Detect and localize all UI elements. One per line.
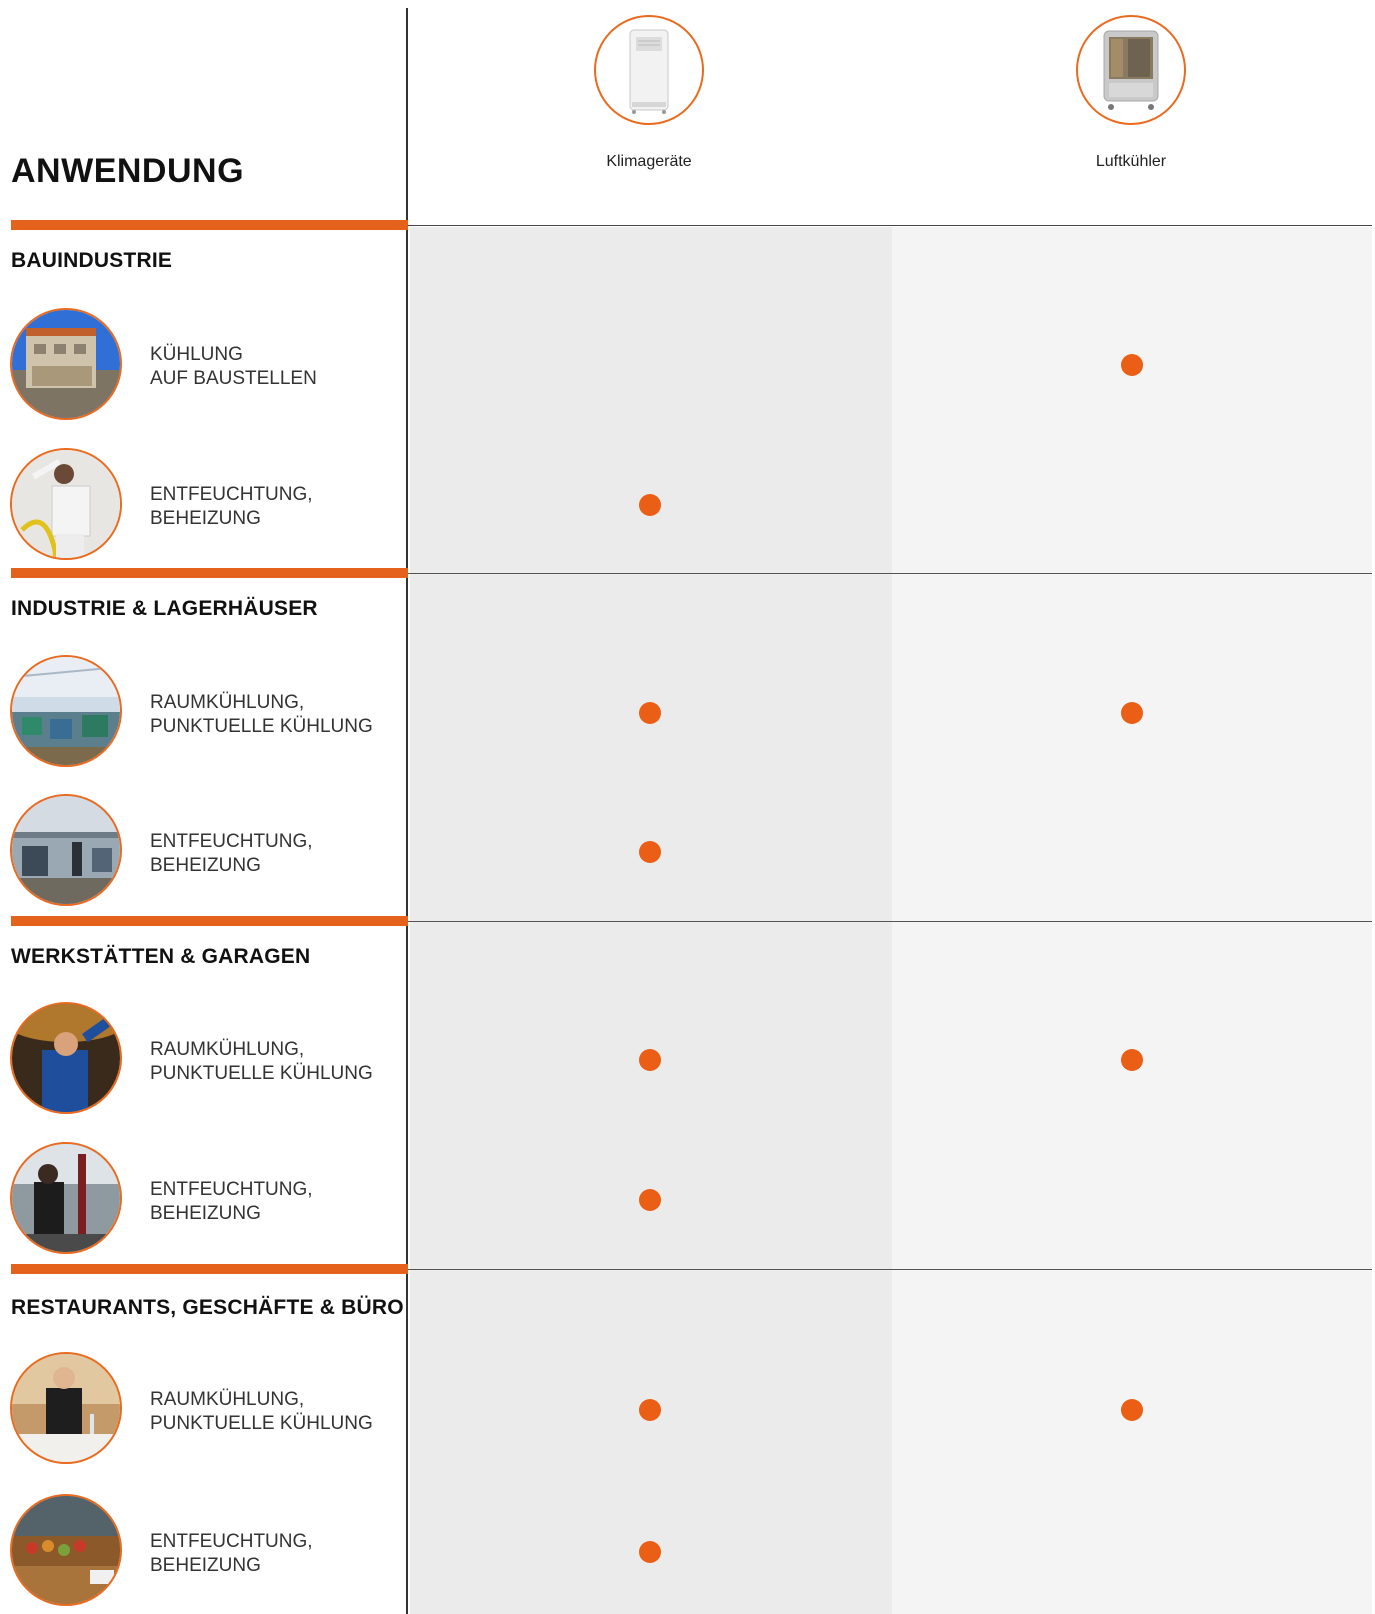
row-label-line2: BEHEIZUNG: [150, 1203, 261, 1224]
market-photo: [10, 1494, 122, 1606]
row-label-line2: PUNKTUELLE KÜHLUNG: [150, 716, 373, 737]
check-dot-luftkuehler: [1121, 1049, 1143, 1071]
waiter-photo: [10, 1352, 122, 1464]
row-label-line1: RAUMKÜHLUNG,: [150, 1389, 305, 1410]
check-dot-klimageraete: [639, 1049, 661, 1071]
page-title: ANWENDUNG: [11, 152, 245, 190]
section-bar: [11, 916, 408, 926]
row-label-line2: BEHEIZUNG: [150, 1555, 261, 1576]
vertical-divider: [406, 8, 408, 1614]
row-label: ENTFEUCHTUNG, BEHEIZUNG: [150, 483, 313, 531]
section-bar: [11, 1264, 408, 1274]
portable-air-conditioner-icon: [594, 15, 704, 125]
section-title-industrie: INDUSTRIE & LAGERHÄUSER: [11, 597, 318, 620]
section-title-restaurants: RESTAURANTS, GESCHÄFTE & BÜRO: [11, 1296, 404, 1319]
row-label-line2: BEHEIZUNG: [150, 855, 261, 876]
check-dot-luftkuehler: [1121, 1399, 1143, 1421]
row-label: RAUMKÜHLUNG, PUNKTUELLE KÜHLUNG: [150, 1038, 373, 1086]
factory-hall-photo: [10, 655, 122, 767]
row-label-line1: RAUMKÜHLUNG,: [150, 1039, 305, 1060]
check-dot-klimageraete: [639, 494, 661, 516]
evaporative-air-cooler-icon: [1076, 15, 1186, 125]
row-label: ENTFEUCHTUNG, BEHEIZUNG: [150, 830, 313, 878]
section-title-bauindustrie: BAUINDUSTRIE: [11, 249, 173, 272]
warehouse-photo: [10, 794, 122, 906]
row-label: RAUMKÜHLUNG, PUNKTUELLE KÜHLUNG: [150, 691, 373, 739]
row-label-line1: ENTFEUCHTUNG,: [150, 484, 313, 505]
row-label-line2: BEHEIZUNG: [150, 508, 261, 529]
check-dot-klimageraete: [639, 702, 661, 724]
header-divider: [408, 225, 1372, 226]
row-label-line1: ENTFEUCHTUNG,: [150, 1179, 313, 1200]
row-label-line1: KÜHLUNG: [150, 344, 243, 365]
mechanic-photo: [10, 1002, 122, 1114]
product-luftkuehler: Luftkühler: [1011, 15, 1251, 171]
section-title-werkstaetten: WERKSTÄTTEN & GARAGEN: [11, 945, 311, 968]
section-divider: [408, 1269, 1372, 1270]
row-label-line2: PUNKTUELLE KÜHLUNG: [150, 1413, 373, 1434]
garage-photo: [10, 1142, 122, 1254]
row-label-line1: RAUMKÜHLUNG,: [150, 692, 305, 713]
row-label: ENTFEUCHTUNG, BEHEIZUNG: [150, 1530, 313, 1578]
row-label-line2: PUNKTUELLE KÜHLUNG: [150, 1063, 373, 1084]
section-divider: [408, 573, 1372, 574]
row-label-line1: ENTFEUCHTUNG,: [150, 831, 313, 852]
check-dot-luftkuehler: [1121, 354, 1143, 376]
row-label: KÜHLUNG AUF BAUSTELLEN: [150, 343, 317, 391]
check-dot-klimageraete: [639, 841, 661, 863]
row-label-line2: AUF BAUSTELLEN: [150, 368, 317, 389]
section-bar: [11, 568, 408, 578]
section-bar: [11, 220, 408, 230]
row-label: ENTFEUCHTUNG, BEHEIZUNG: [150, 1178, 313, 1226]
section-divider: [408, 921, 1372, 922]
product-label-klimageraete: Klimageräte: [606, 153, 692, 170]
row-label-line1: ENTFEUCHTUNG,: [150, 1531, 313, 1552]
product-label-luftkuehler: Luftkühler: [1095, 153, 1167, 170]
worker-photo: [10, 448, 122, 560]
product-klimageraete: Klimageräte: [529, 15, 769, 171]
check-dot-klimageraete: [639, 1399, 661, 1421]
construction-photo: [10, 308, 122, 420]
row-label: RAUMKÜHLUNG, PUNKTUELLE KÜHLUNG: [150, 1388, 373, 1436]
check-dot-klimageraete: [639, 1541, 661, 1563]
check-dot-luftkuehler: [1121, 702, 1143, 724]
check-dot-klimageraete: [639, 1189, 661, 1211]
